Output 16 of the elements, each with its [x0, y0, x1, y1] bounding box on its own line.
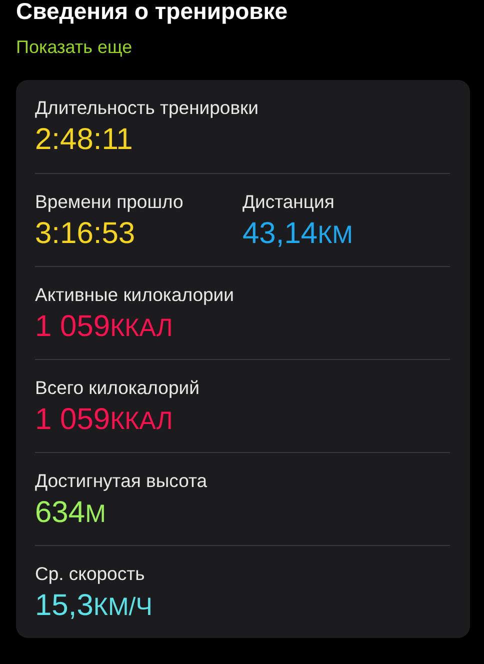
metric-value: 3:16:53: [35, 216, 136, 252]
metric-label: Всего килокалорий: [35, 376, 200, 400]
metric-label: Активные килокалории: [35, 283, 234, 307]
metric-label: Ср. скорость: [35, 562, 145, 586]
metric-label: Достигнутая высота: [35, 469, 208, 493]
metric-value: 1 059ККАЛ: [35, 309, 173, 345]
metric-label: Времени прошло: [35, 190, 184, 214]
metric-value: 2:48:11: [35, 122, 133, 158]
metric-value: 1 059ККАЛ: [35, 402, 173, 438]
metric-value: 43,14КМ: [242, 216, 353, 252]
section-title: Сведения о тренировке: [16, 0, 289, 26]
metric-label: Длительность тренировки: [35, 96, 258, 120]
metric-value: 15,3КМ/Ч: [35, 588, 152, 624]
show-more-link[interactable]: Показать еще: [16, 35, 132, 59]
metric-label: Дистанция: [242, 190, 334, 214]
metric-value: 634М: [35, 495, 106, 531]
